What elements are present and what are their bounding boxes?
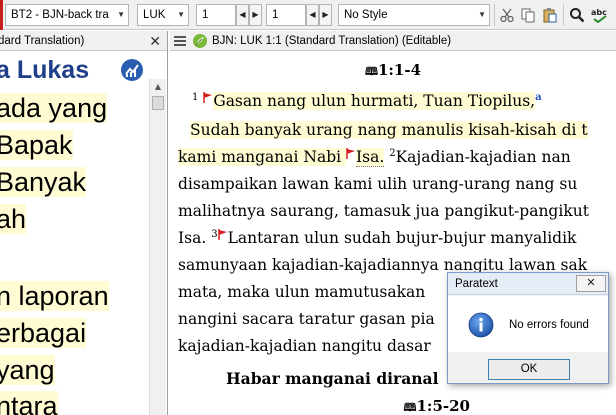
copy-icon[interactable] (518, 5, 538, 25)
dialog-title-bar[interactable]: Paratext ✕ (448, 273, 608, 295)
verse-line: Isa. 3 Lantaran ulun sudah bujur-bujur ma… (178, 229, 577, 248)
verse-next-button[interactable]: ▶ (319, 4, 332, 26)
toolbar-separator (563, 4, 564, 26)
project-combo[interactable]: BT2 - BJN-back tra ▼ (5, 4, 129, 26)
verse-line: 1 Gasan nang ulun hurmati, Tuan Tiopilus… (192, 92, 542, 111)
project-combo-value: BT2 - BJN-back tra (11, 9, 109, 21)
book-ref-icon: 🕮 (364, 65, 378, 78)
verse-prev-button[interactable]: ◀ (306, 4, 319, 26)
left-text-line: Bapak (0, 128, 73, 162)
left-text-line: Banyak (0, 165, 87, 199)
leaf-icon (192, 33, 208, 49)
style-combo[interactable]: No Style ▼ (338, 4, 490, 26)
verse-line: kami manganai Nabi Isa. 2Kajadian-kajadi… (178, 148, 571, 168)
left-text-line: ah (0, 202, 27, 236)
flag-icon[interactable] (203, 92, 213, 104)
left-text-line: n laporan (0, 279, 109, 313)
style-combo-value: No Style (344, 9, 388, 21)
section-heading: Habar manganai diranal (226, 369, 439, 388)
main-toolbar: BT2 - BJN-back tra ▼ LUK ▼ 1 ◀ ▶ 1 ◀ ▶ N… (0, 0, 616, 30)
dialog-title: Paratext (455, 278, 498, 290)
book-heading: a Lukas (0, 56, 90, 84)
svg-text:abc: abc (591, 8, 607, 17)
find-icon[interactable] (567, 5, 587, 25)
book-ref-icon: 🕮 (403, 401, 417, 414)
section-reference: 🕮1:1-4 (364, 61, 422, 79)
book-combo-value: LUK (143, 9, 166, 21)
chapter-input[interactable]: 1 (196, 4, 236, 26)
footnote-caller[interactable]: a (535, 92, 541, 103)
dialog-message: No errors found (509, 319, 589, 331)
scroll-up-icon[interactable]: ▲ (150, 79, 166, 94)
left-pane: dard Translation) ✕ a Lukas ▲ ada yang B… (0, 31, 168, 415)
verse-line: Sudah banyak urang nang manulis kisah-ki… (190, 121, 588, 139)
verse-line: disampaikan lawan kami ulih urang-urang … (178, 175, 578, 193)
message-dialog: Paratext ✕ No errors found OK (447, 272, 609, 384)
chart-icon[interactable] (120, 58, 144, 82)
verse-line: malihatnya saurang, tamasuk jua pangikut… (178, 202, 589, 220)
verse-input[interactable]: 1 (266, 4, 306, 26)
verse-line: kajadian-kajadian nangitu dasar (178, 337, 431, 355)
chevron-down-icon: ▼ (177, 10, 185, 19)
book-combo[interactable]: LUK ▼ (137, 4, 189, 26)
left-text-line: erbagai (0, 316, 87, 350)
ok-button[interactable]: OK (488, 359, 570, 380)
flag-icon[interactable] (346, 148, 356, 160)
spellcheck-icon[interactable]: abc (590, 5, 610, 25)
verse-text: Gasan nang ulun hurmati, Tuan Tiopilus, (213, 92, 536, 111)
left-text-line: ntara (0, 389, 58, 415)
chapter-next-button[interactable]: ▶ (249, 4, 262, 26)
chevron-down-icon: ▼ (478, 10, 486, 19)
dialog-body: No errors found (448, 296, 608, 352)
paste-icon[interactable] (540, 5, 560, 25)
verse-number: 1 (192, 92, 199, 103)
chapter-value: 1 (202, 9, 209, 21)
left-scrollbar[interactable]: ▲ (149, 79, 166, 415)
dialog-close-button[interactable]: ✕ (576, 275, 606, 292)
left-text-line: ada yang (0, 91, 108, 125)
menu-icon[interactable] (174, 36, 186, 46)
flag-icon[interactable] (217, 229, 227, 241)
verse-line: nangini sacara taratur gasan pia (178, 310, 435, 328)
section-reference: 🕮1:5-20 (403, 397, 471, 415)
chapter-prev-button[interactable]: ◀ (236, 4, 249, 26)
scrollbar-thumb[interactable] (152, 96, 164, 110)
toolbar-accent (0, 0, 3, 30)
chevron-down-icon: ▼ (117, 10, 125, 19)
verse-value: 1 (272, 9, 279, 21)
info-icon (468, 312, 494, 338)
toolbar-separator (494, 4, 495, 26)
cut-icon[interactable] (497, 5, 517, 25)
right-pane-title-bar: BJN: LUK 1:1 (Standard Translation) (Edi… (170, 31, 616, 51)
left-text-line: yang (0, 353, 55, 387)
right-pane-title: BJN: LUK 1:1 (Standard Translation) (Edi… (212, 35, 452, 47)
left-pane-title: dard Translation) (0, 35, 85, 47)
left-pane-title-bar: dard Translation) ✕ (0, 31, 167, 51)
verse-line: mata, maka ulun mamutusakan (178, 283, 426, 301)
close-icon[interactable]: ✕ (149, 31, 161, 50)
